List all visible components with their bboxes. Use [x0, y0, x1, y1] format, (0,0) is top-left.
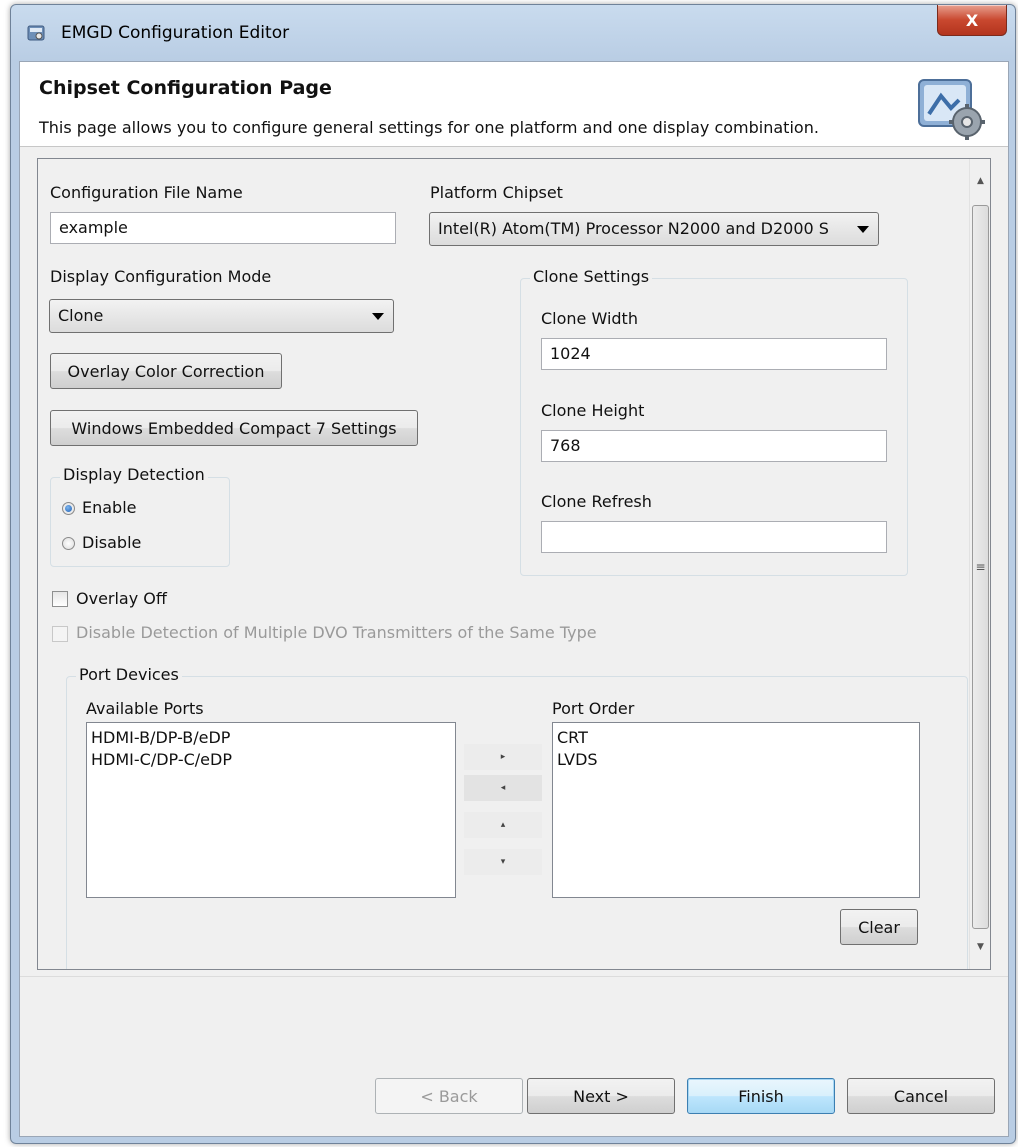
chevron-down-icon	[372, 313, 384, 320]
disable-dvo-checkbox[interactable]	[52, 626, 68, 642]
display-detection-title: Display Detection	[60, 465, 208, 484]
config-file-input[interactable]: example	[50, 212, 396, 244]
list-item[interactable]: HDMI-B/DP-B/eDP	[91, 727, 451, 749]
clone-width-label: Clone Width	[541, 309, 638, 328]
dialog-window: EMGD Configuration Editor X Chipset Conf…	[10, 4, 1016, 1144]
display-mode-value: Clone	[58, 306, 104, 325]
disable-radio[interactable]	[62, 537, 75, 550]
list-item[interactable]: LVDS	[557, 749, 915, 771]
arrow-down-icon: ▾	[500, 857, 506, 867]
arrow-right-icon: ▸	[500, 752, 506, 762]
move-down-button[interactable]: ▾	[464, 849, 542, 875]
list-item[interactable]: CRT	[557, 727, 915, 749]
footer-divider	[20, 976, 1008, 977]
clone-settings-title: Clone Settings	[530, 267, 653, 286]
title-bar: EMGD Configuration Editor X	[11, 5, 1015, 61]
app-icon	[27, 25, 45, 41]
platform-chipset-label: Platform Chipset	[430, 183, 563, 202]
arrow-left-icon: ◂	[500, 783, 506, 793]
next-button[interactable]: Next >	[527, 1078, 675, 1114]
clone-refresh-input[interactable]	[541, 521, 887, 553]
clone-width-input[interactable]: 1024	[541, 338, 887, 370]
port-order-label: Port Order	[552, 699, 635, 718]
move-up-button[interactable]: ▴	[464, 812, 542, 838]
grip-icon: ≡	[975, 560, 986, 574]
config-gear-icon	[918, 79, 985, 140]
back-button[interactable]: < Back	[375, 1078, 523, 1114]
clone-height-label: Clone Height	[541, 401, 645, 420]
clone-height-input[interactable]: 768	[541, 430, 887, 462]
port-order-list[interactable]: CRT LVDS	[552, 722, 920, 898]
move-right-button[interactable]: ▸	[464, 744, 542, 770]
close-icon: X	[965, 10, 979, 30]
config-file-label: Configuration File Name	[50, 183, 243, 202]
display-mode-label: Display Configuration Mode	[50, 267, 272, 286]
move-left-button[interactable]: ◂	[464, 775, 542, 801]
finish-button[interactable]: Finish	[687, 1078, 835, 1114]
platform-chipset-select[interactable]: Intel(R) Atom(TM) Processor N2000 and D2…	[429, 212, 879, 246]
display-mode-select[interactable]: Clone	[49, 299, 394, 333]
page-description: This page allows you to configure genera…	[39, 118, 819, 137]
scroll-thumb[interactable]: ≡	[972, 205, 989, 929]
overlay-color-correction-button[interactable]: Overlay Color Correction	[50, 353, 282, 389]
close-button[interactable]: X	[937, 5, 1007, 36]
arrow-up-icon: ▴	[500, 820, 506, 830]
overlay-off-label[interactable]: Overlay Off	[76, 589, 167, 608]
overlay-off-checkbox[interactable]	[52, 591, 68, 607]
wec7-settings-button[interactable]: Windows Embedded Compact 7 Settings	[50, 410, 418, 446]
display-detection-group	[50, 477, 230, 567]
clone-refresh-label: Clone Refresh	[541, 492, 652, 511]
enable-label[interactable]: Enable	[82, 498, 137, 517]
cancel-button[interactable]: Cancel	[847, 1078, 995, 1114]
disable-label[interactable]: Disable	[82, 533, 141, 552]
settings-panel: Configuration File Name example Platform…	[37, 158, 991, 970]
available-ports-list[interactable]: HDMI-B/DP-B/eDP HDMI-C/DP-C/eDP	[86, 722, 456, 898]
scroll-down-icon[interactable]: ▼	[970, 937, 990, 957]
clear-button[interactable]: Clear	[840, 909, 918, 945]
window-title: EMGD Configuration Editor	[61, 23, 290, 43]
dialog-client: Chipset Configuration Page This page all…	[19, 61, 1009, 1137]
chevron-down-icon	[857, 226, 869, 233]
list-item[interactable]: HDMI-C/DP-C/eDP	[91, 749, 451, 771]
disable-dvo-label: Disable Detection of Multiple DVO Transm…	[76, 623, 597, 642]
enable-radio[interactable]	[62, 502, 75, 515]
platform-chipset-value: Intel(R) Atom(TM) Processor N2000 and D2…	[438, 219, 829, 238]
port-devices-title: Port Devices	[76, 665, 182, 684]
vertical-scrollbar[interactable]: ▲ ≡ ▼	[969, 159, 990, 969]
page-header: Chipset Configuration Page This page all…	[20, 62, 1008, 147]
scroll-up-icon[interactable]: ▲	[970, 171, 990, 191]
page-title: Chipset Configuration Page	[39, 77, 332, 99]
available-ports-label: Available Ports	[86, 699, 204, 718]
